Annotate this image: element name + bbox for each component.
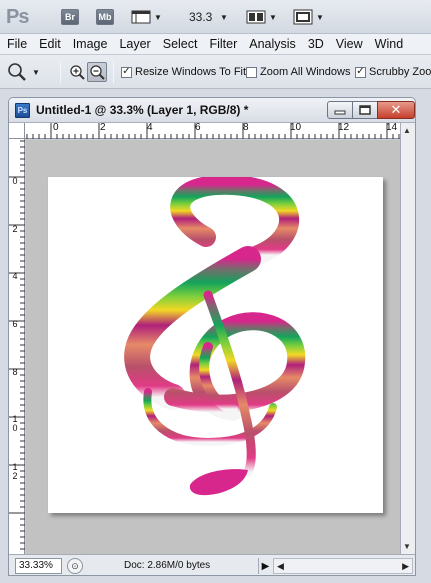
horizontal-ruler[interactable]: 0 2 4 6 8 10 12 14 (25, 123, 400, 139)
treble-clef-artwork (124, 174, 306, 496)
menu-view[interactable]: View (330, 37, 369, 51)
close-icon: ✕ (390, 102, 402, 118)
ruler-label: 12 (338, 122, 350, 133)
view-extras-dropdown[interactable]: ▼ (131, 8, 162, 26)
chevron-down-icon: ▼ (32, 67, 40, 77)
photoshop-document-icon: Ps (15, 103, 30, 118)
menu-3d[interactable]: 3D (302, 37, 330, 51)
launch-mini-bridge-button[interactable]: Mb (96, 9, 114, 25)
launch-bridge-button[interactable]: Br (61, 9, 79, 25)
menu-layer[interactable]: Layer (113, 37, 156, 51)
menu-image[interactable]: Image (67, 37, 114, 51)
document-size-info: Doc: 2.86M/0 bytes (124, 560, 211, 571)
horizontal-scrollbar[interactable]: ◀ ▶ (273, 558, 413, 574)
chevron-down-icon: ▼ (154, 12, 162, 22)
status-bar: 33.33% ⊙ Doc: 2.86M/0 bytes ▶ ◀ ▶ (9, 554, 415, 575)
chevron-down-icon[interactable]: ▼ (220, 13, 228, 22)
view-extras-icon (131, 10, 151, 24)
zoom-all-windows-option[interactable]: Zoom All Windows (246, 55, 351, 88)
zoom-mode-group (67, 55, 107, 88)
resize-windows-checkbox[interactable]: ✓ (121, 66, 132, 78)
ruler-ticks (9, 140, 25, 550)
scrubby-zoom-checkbox[interactable]: ✓ (355, 66, 366, 78)
ruler-label: 2 (100, 122, 106, 133)
photoshop-logo: Ps (6, 6, 29, 28)
menu-window[interactable]: Wind (369, 37, 409, 51)
ruler-label: 10 (290, 122, 302, 133)
menu-filter[interactable]: Filter (203, 37, 243, 51)
scroll-right-arrow-icon[interactable]: ▶ (402, 561, 409, 572)
maximize-icon (359, 105, 371, 115)
zoom-all-windows-checkbox[interactable] (246, 66, 257, 78)
scroll-left-arrow-icon[interactable]: ◀ (277, 561, 284, 572)
scroll-down-arrow-icon[interactable]: ▼ (403, 542, 411, 551)
options-bar: ▼ ✓ Resize Windows To Fit Zoom All Windo… (0, 55, 431, 89)
zoom-in-button[interactable] (67, 62, 87, 82)
screen-mode-dropdown[interactable]: ▼ (293, 8, 324, 26)
zoom-level-field[interactable]: 33.3 (189, 10, 212, 24)
options-divider (60, 61, 61, 83)
resize-windows-label: Resize Windows To Fit (135, 66, 247, 78)
menu-edit[interactable]: Edit (33, 37, 67, 51)
resize-windows-option[interactable]: ✓ Resize Windows To Fit (121, 55, 247, 88)
status-zoom-field[interactable]: 33.33% (15, 558, 62, 574)
ruler-label: 0 (12, 176, 18, 186)
zoom-out-icon (90, 65, 105, 80)
zoom-all-windows-label: Zoom All Windows (260, 66, 351, 78)
ruler-origin[interactable] (9, 123, 25, 139)
tool-preset-picker[interactable]: ▼ (6, 55, 40, 88)
close-button[interactable]: ✕ (377, 101, 415, 119)
ruler-label: 4 (12, 271, 18, 281)
menu-bar: File Edit Image Layer Select Filter Anal… (0, 34, 431, 55)
vertical-ruler[interactable]: 0 2 4 6 8 10 12 (9, 139, 25, 554)
ruler-label: 8 (243, 122, 249, 133)
scrubby-zoom-option[interactable]: ✓ Scrubby Zoom (355, 55, 431, 88)
ruler-label: 10 (12, 414, 18, 433)
menu-select[interactable]: Select (157, 37, 204, 51)
application-bar: Ps Br Mb ▼ 33.3 ▼ ▼ ▼ (0, 0, 431, 34)
ruler-label: 2 (12, 224, 18, 234)
menu-analysis[interactable]: Analysis (243, 37, 302, 51)
ruler-label: 14 (386, 122, 398, 133)
arrange-documents-dropdown[interactable]: ▼ (246, 8, 277, 26)
scrubby-zoom-label: Scrubby Zoom (369, 66, 431, 78)
canvas-pasteboard[interactable] (26, 140, 400, 554)
maximize-button[interactable] (352, 101, 378, 119)
minimize-button[interactable] (327, 101, 353, 119)
menu-file[interactable]: File (0, 37, 33, 51)
arrange-documents-icon (246, 10, 266, 24)
ruler-label: 4 (147, 122, 153, 133)
zoom-tool-icon (8, 63, 26, 81)
ruler-label: 6 (12, 319, 18, 329)
ruler-label: 8 (12, 367, 18, 377)
screen-mode-icon (293, 9, 313, 25)
document-title: Untitled-1 @ 33.3% (Layer 1, RGB/8) * (36, 103, 249, 117)
document-canvas[interactable] (48, 174, 383, 513)
zoom-out-button[interactable] (87, 62, 107, 82)
chevron-down-icon: ▼ (316, 12, 324, 22)
ruler-label: 12 (12, 462, 18, 481)
zoom-in-icon (70, 65, 85, 80)
ruler-label: 0 (53, 122, 59, 133)
document-window: Ps Untitled-1 @ 33.3% (Layer 1, RGB/8) *… (8, 97, 416, 576)
ruler-label: 6 (195, 122, 201, 133)
options-divider (113, 61, 114, 83)
vertical-scrollbar[interactable]: ▲ ▼ (400, 123, 415, 554)
status-info-icon[interactable]: ⊙ (67, 558, 83, 574)
status-menu-arrow-icon[interactable]: ▶ (258, 558, 272, 574)
chevron-down-icon: ▼ (269, 12, 277, 22)
document-title-bar[interactable]: Ps Untitled-1 @ 33.3% (Layer 1, RGB/8) *… (9, 98, 415, 123)
minimize-icon (334, 110, 346, 115)
scroll-up-arrow-icon[interactable]: ▲ (403, 126, 411, 135)
